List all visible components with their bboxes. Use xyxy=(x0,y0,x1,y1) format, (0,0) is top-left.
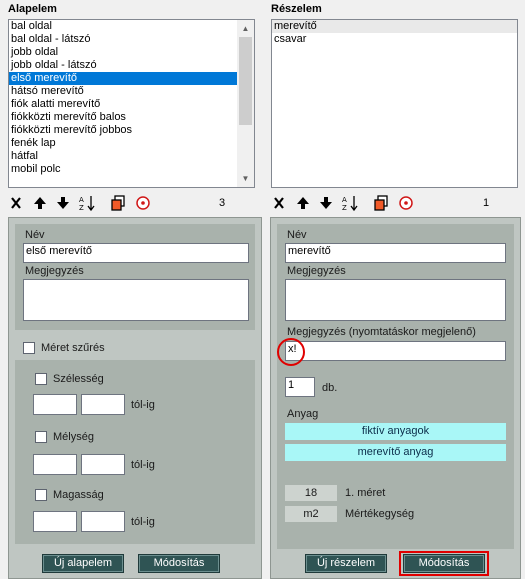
size-label: 1. méret xyxy=(345,487,386,499)
depth-range-label: tól-ig xyxy=(131,459,155,471)
delete-x-icon[interactable] xyxy=(269,193,289,213)
left-item-count: 3 xyxy=(219,197,226,209)
left-note-input[interactable] xyxy=(23,279,249,321)
height-range-label: tól-ig xyxy=(131,516,155,528)
left-list-item[interactable]: hátfal xyxy=(9,150,254,163)
quantity-unit-label: db. xyxy=(322,382,338,394)
svg-text:A: A xyxy=(342,196,347,204)
right-listbox[interactable]: merevítő csavar xyxy=(271,19,518,188)
unit-label: Mértékegység xyxy=(345,508,415,520)
new-sub-element-button[interactable]: Új részelem xyxy=(305,554,387,573)
height-checkbox[interactable] xyxy=(35,489,47,501)
right-list-header: Részelem xyxy=(271,3,322,15)
material-label: Anyag xyxy=(287,408,319,420)
height-label: Magasság xyxy=(53,489,104,501)
left-list-item[interactable]: jobb oldal - látszó xyxy=(9,59,254,72)
sort-az-icon[interactable]: AZ xyxy=(77,193,97,213)
left-list-item[interactable]: első merevítő xyxy=(9,72,254,85)
height-from-input[interactable] xyxy=(33,511,77,532)
depth-from-input[interactable] xyxy=(33,454,77,475)
sort-az-icon[interactable]: AZ xyxy=(340,193,360,213)
scroll-up-icon[interactable]: ▲ xyxy=(237,20,254,37)
width-from-input[interactable] xyxy=(33,394,77,415)
material-button-stiffener[interactable]: merevítő anyag xyxy=(285,444,506,461)
target-icon[interactable] xyxy=(133,193,153,213)
left-size-group: Szélesség tól-ig Mélység tól-ig Magasság… xyxy=(15,360,255,544)
arrow-down-icon[interactable] xyxy=(53,193,73,213)
size-filter-checkbox[interactable] xyxy=(23,342,35,354)
right-name-label: Név xyxy=(287,229,307,241)
left-list-scrollbar[interactable]: ▲ ▼ xyxy=(237,20,254,187)
arrow-down-icon[interactable] xyxy=(316,193,336,213)
right-note-label: Megjegyzés xyxy=(287,265,346,277)
target-icon[interactable] xyxy=(396,193,416,213)
unit-value-box: m2 xyxy=(285,506,337,522)
right-note-input[interactable] xyxy=(285,279,506,321)
print-note-label: Megjegyzés (nyomtatáskor megjelenő) xyxy=(287,326,476,338)
left-list-item[interactable]: fiókközti merevítő balos xyxy=(9,111,254,124)
copy-icon[interactable] xyxy=(108,193,128,213)
height-to-input[interactable] xyxy=(81,511,125,532)
svg-text:A: A xyxy=(79,196,84,204)
left-list-items: bal oldal bal oldal - látszó jobb oldal job… xyxy=(9,20,254,176)
left-list-item[interactable]: jobb oldal xyxy=(9,46,254,59)
left-list-item[interactable]: bal oldal - látszó xyxy=(9,33,254,46)
width-checkbox[interactable] xyxy=(35,373,47,385)
left-listbox[interactable]: bal oldal bal oldal - látszó jobb oldal job… xyxy=(8,19,255,188)
scroll-down-icon[interactable]: ▼ xyxy=(237,170,254,187)
left-name-group: Név első merevítő Megjegyzés xyxy=(15,224,255,330)
width-label: Szélesség xyxy=(53,373,104,385)
left-list-item[interactable]: fiók alatti merevítő xyxy=(9,98,254,111)
left-modify-button[interactable]: Módosítás xyxy=(138,554,220,573)
right-list-item[interactable]: merevítő xyxy=(272,20,517,33)
svg-text:Z: Z xyxy=(79,204,84,212)
right-name-input[interactable]: merevítő xyxy=(285,243,506,263)
width-range-label: tól-ig xyxy=(131,399,155,411)
scroll-thumb[interactable] xyxy=(239,37,252,125)
left-list-item[interactable]: bal oldal xyxy=(9,20,254,33)
right-list-item[interactable]: csavar xyxy=(272,33,517,46)
left-detail-panel: Név első merevítő Megjegyzés Méret szűré… xyxy=(8,217,262,579)
left-list-header: Alapelem xyxy=(8,3,57,15)
left-name-input[interactable]: első merevítő xyxy=(23,243,249,263)
left-list-item[interactable]: mobil polc xyxy=(9,163,254,176)
depth-label: Mélység xyxy=(53,431,94,443)
right-item-count: 1 xyxy=(483,197,490,209)
width-to-input[interactable] xyxy=(81,394,125,415)
left-list-item[interactable]: fenék lap xyxy=(9,137,254,150)
right-list-items: merevítő csavar xyxy=(272,20,517,46)
depth-checkbox[interactable] xyxy=(35,431,47,443)
size-filter-label: Méret szűrés xyxy=(41,342,105,354)
left-note-label: Megjegyzés xyxy=(25,265,84,277)
new-base-element-button[interactable]: Új alapelem xyxy=(42,554,124,573)
arrow-up-icon[interactable] xyxy=(30,193,50,213)
svg-text:Z: Z xyxy=(342,204,347,212)
left-list-item[interactable]: hátsó merevítő xyxy=(9,85,254,98)
print-note-input[interactable]: x! xyxy=(285,341,506,361)
red-highlight-circle xyxy=(277,338,305,366)
right-detail-group: Név merevítő Megjegyzés Megjegyzés (nyom… xyxy=(277,224,514,549)
arrow-up-icon[interactable] xyxy=(293,193,313,213)
quantity-input[interactable]: 1 xyxy=(285,377,315,397)
left-list-item[interactable]: fiókközti merevítő jobbos xyxy=(9,124,254,137)
depth-to-input[interactable] xyxy=(81,454,125,475)
material-button-fictive[interactable]: fiktív anyagok xyxy=(285,423,506,440)
copy-icon[interactable] xyxy=(371,193,391,213)
right-detail-panel: Név merevítő Megjegyzés Megjegyzés (nyom… xyxy=(270,217,521,579)
delete-x-icon[interactable] xyxy=(6,193,26,213)
left-name-label: Név xyxy=(25,229,45,241)
size-value-box: 18 xyxy=(285,485,337,501)
right-modify-button[interactable]: Módosítás xyxy=(403,554,485,573)
